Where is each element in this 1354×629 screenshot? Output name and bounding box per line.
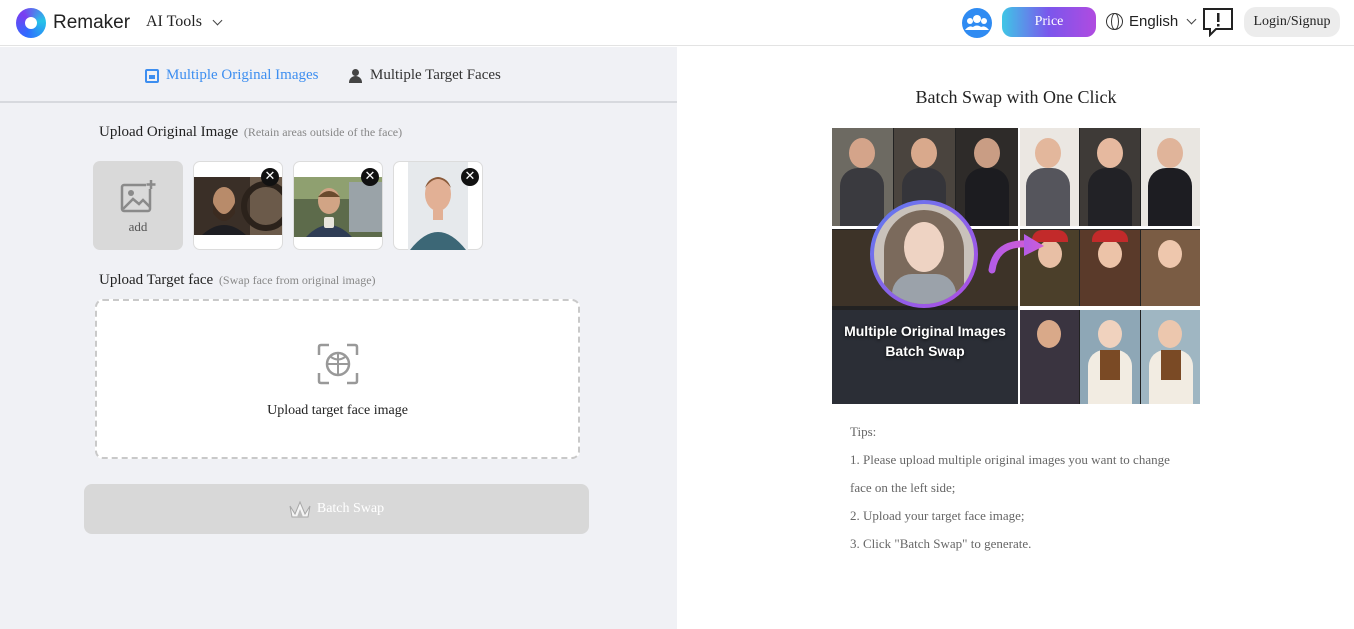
upload-original-heading: Upload Original Image (Retain areas outs… — [99, 124, 402, 141]
tab-label: Multiple Target Faces — [370, 67, 501, 83]
upload-target-title: Upload Target face — [99, 272, 214, 288]
chevron-down-icon — [212, 15, 223, 25]
image-icon — [145, 68, 159, 83]
man-with-mug-image — [294, 177, 382, 237]
ai-tools-label: AI Tools — [146, 13, 202, 30]
batch-swap-preview-image: Multiple Original Images Batch Swap — [832, 128, 1200, 404]
face-scan-icon — [317, 343, 359, 385]
face-shape — [1098, 240, 1122, 268]
face-shape — [1098, 320, 1122, 348]
face-shape — [1157, 138, 1183, 168]
face-shape — [974, 138, 1000, 168]
remove-image-icon[interactable]: ✕ — [461, 168, 479, 186]
face-shape — [911, 138, 937, 168]
top-nav: Remaker AI Tools Price English Login/Sig… — [0, 0, 1354, 46]
scarf-shape — [1161, 350, 1181, 380]
face-shape — [1097, 138, 1123, 168]
preview-overlay-caption: Multiple Original Images Batch Swap — [832, 321, 1018, 361]
original-image-thumbnail[interactable]: ✕ — [193, 161, 283, 250]
price-button[interactable]: Price — [1002, 7, 1096, 37]
tab-multiple-target-faces[interactable]: Multiple Target Faces — [349, 67, 501, 84]
user-icon — [349, 68, 363, 83]
upload-target-hint: (Swap face from original image) — [218, 273, 376, 287]
community-icon[interactable] — [962, 8, 992, 38]
robe-shape — [840, 168, 884, 226]
target-face-circle — [870, 200, 978, 308]
language-label: English — [1129, 13, 1179, 30]
face-shape — [1158, 320, 1182, 348]
remaker-logo-icon[interactable] — [16, 8, 46, 38]
overlay-line-2: Batch Swap — [885, 343, 965, 359]
robe-shape — [1026, 168, 1070, 226]
face-shape — [1037, 320, 1061, 348]
target-face-image — [874, 204, 974, 304]
original-image-thumbnail[interactable]: ✕ — [393, 161, 483, 250]
tips-section: Tips: 1. Please upload multiple original… — [850, 418, 1190, 558]
santa-hat-shape — [1092, 230, 1128, 242]
face-shape — [1158, 240, 1182, 268]
remove-image-icon[interactable]: ✕ — [361, 168, 379, 186]
tip-item: 3. Click "Batch Swap" to generate. — [850, 536, 1032, 551]
crown-icon — [289, 500, 311, 518]
login-signup-button[interactable]: Login/Signup — [1244, 7, 1340, 37]
tab-label: Multiple Original Images — [166, 67, 319, 83]
left-panel: Multiple Original Images Multiple Target… — [0, 47, 677, 629]
batch-swap-button[interactable]: Batch Swap — [84, 484, 589, 534]
face-shape — [849, 138, 875, 168]
upload-original-title: Upload Original Image — [99, 124, 239, 140]
upload-original-hint: (Retain areas outside of the face) — [243, 125, 403, 139]
tab-bar: Multiple Original Images Multiple Target… — [0, 47, 677, 103]
robe-shape — [1148, 168, 1192, 226]
robe-shape — [965, 168, 1009, 226]
tab-multiple-original-images[interactable]: Multiple Original Images — [145, 67, 318, 84]
preview-title: Batch Swap with One Click — [915, 87, 1117, 107]
divider — [1019, 306, 1200, 310]
brand-name[interactable]: Remaker — [53, 12, 130, 34]
original-image-thumbnail[interactable]: ✕ — [293, 161, 383, 250]
remove-image-icon[interactable]: ✕ — [261, 168, 279, 186]
scarf-shape — [1100, 350, 1120, 380]
add-image-button[interactable]: add — [93, 161, 183, 250]
batch-swap-label: Batch Swap — [316, 501, 385, 516]
face-shape — [1035, 138, 1061, 168]
ai-tools-menu[interactable]: AI Tools — [146, 13, 223, 31]
feedback-icon[interactable] — [1202, 7, 1234, 37]
tip-item: 1. Please upload multiple original image… — [850, 452, 1170, 495]
robe-shape — [1088, 168, 1132, 226]
overlay-line-1: Multiple Original Images — [844, 323, 1006, 339]
chevron-down-icon — [1186, 14, 1197, 25]
language-selector[interactable]: English — [1106, 13, 1197, 30]
add-image-icon — [120, 179, 156, 213]
globe-icon — [1106, 13, 1123, 30]
add-label: add — [128, 219, 148, 234]
upload-target-heading: Upload Target face (Swap face from origi… — [99, 272, 376, 289]
tips-heading: Tips: — [850, 424, 877, 439]
dropzone-label: Upload target face image — [267, 403, 408, 418]
tip-item: 2. Upload your target face image; — [850, 508, 1025, 523]
swap-arrow-icon — [988, 234, 1044, 274]
target-face-dropzone[interactable]: Upload target face image — [95, 299, 580, 459]
man-portrait-image — [408, 162, 468, 250]
